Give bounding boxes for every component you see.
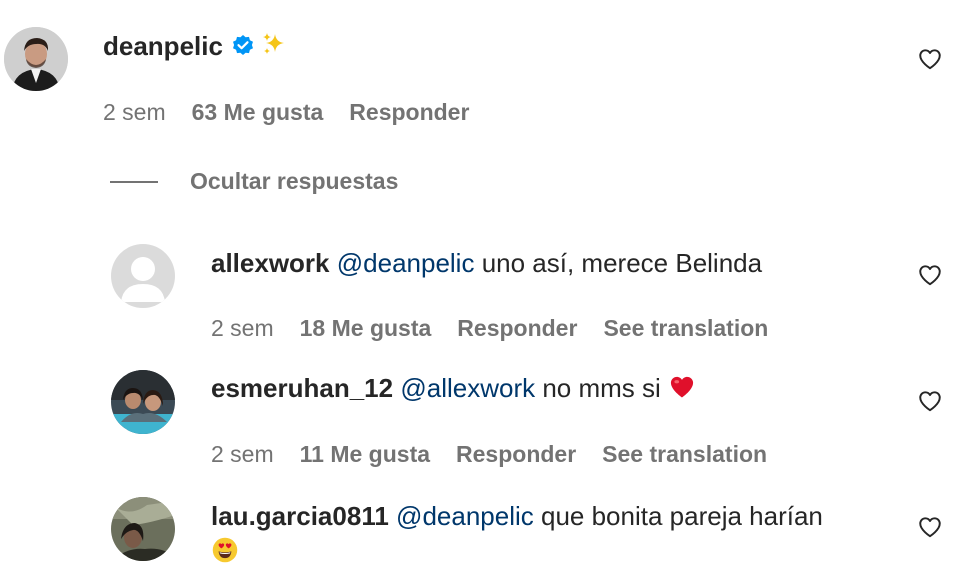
avatar-allexwork[interactable]	[111, 244, 175, 308]
reply-button[interactable]: Responder	[457, 314, 577, 342]
likes-count[interactable]: 63 Me gusta	[192, 98, 324, 126]
reply-button[interactable]: Responder	[349, 98, 469, 126]
username-deanpelic[interactable]: deanpelic	[103, 31, 223, 61]
heart-like-icon[interactable]	[917, 514, 943, 540]
comment-lau-garcia0811: lau.garcia0811 @deanpelic que bonita par…	[211, 499, 823, 533]
sparkles-emoji-icon	[261, 31, 287, 65]
comment-deanpelic: deanpelic	[103, 29, 287, 66]
comment-time[interactable]: 2 sem	[103, 98, 166, 126]
reply-button[interactable]: Responder	[456, 440, 576, 468]
username-lau-garcia0811[interactable]: lau.garcia0811	[211, 501, 389, 531]
avatar-deanpelic[interactable]	[4, 27, 68, 91]
comment-esmeruhan_12: esmeruhan_12 @allexwork no mms si	[211, 371, 696, 409]
username-allexwork[interactable]: allexwork	[211, 248, 330, 278]
comment-time[interactable]: 2 sem	[211, 314, 274, 342]
heart-like-icon[interactable]	[917, 262, 943, 288]
comment-time[interactable]: 2 sem	[211, 440, 274, 468]
hide-replies-label: Ocultar respuestas	[190, 168, 399, 194]
comment-text: no mms si	[535, 373, 669, 403]
red-heart-emoji-icon	[668, 373, 696, 409]
avatar-esmeruhan_12[interactable]	[111, 370, 175, 434]
comment-allexwork: allexwork @deanpelic uno así, merece Bel…	[211, 246, 762, 280]
heart-like-icon[interactable]	[917, 46, 943, 72]
likes-count[interactable]: 18 Me gusta	[300, 314, 432, 342]
comment-text: uno así, merece Belinda	[474, 248, 763, 278]
mention-link[interactable]: @deanpelic	[396, 501, 534, 531]
heart-like-icon[interactable]	[917, 388, 943, 414]
mention-link[interactable]: @deanpelic	[337, 248, 475, 278]
verified-badge-icon	[231, 32, 255, 66]
likes-count[interactable]: 11 Me gusta	[300, 440, 430, 468]
hide-replies-button[interactable]: Ocultar respuestas	[110, 168, 398, 195]
comment-text: que bonita pareja harían	[533, 501, 823, 531]
see-translation-button[interactable]: See translation	[602, 440, 767, 468]
divider-line	[110, 180, 158, 183]
avatar-lau-garcia0811[interactable]	[111, 497, 175, 561]
comment-meta-deanpelic: 2 sem 63 Me gusta Responder	[103, 98, 469, 126]
heart-eyes-emoji-icon	[211, 536, 239, 569]
comment-meta-esmeruhan_12: 2 sem 11 Me gusta Responder See translat…	[211, 440, 767, 468]
see-translation-button[interactable]: See translation	[603, 314, 768, 342]
comment-meta-allexwork: 2 sem 18 Me gusta Responder See translat…	[211, 314, 768, 342]
username-esmeruhan_12[interactable]: esmeruhan_12	[211, 373, 393, 403]
mention-link[interactable]: @allexwork	[400, 373, 535, 403]
